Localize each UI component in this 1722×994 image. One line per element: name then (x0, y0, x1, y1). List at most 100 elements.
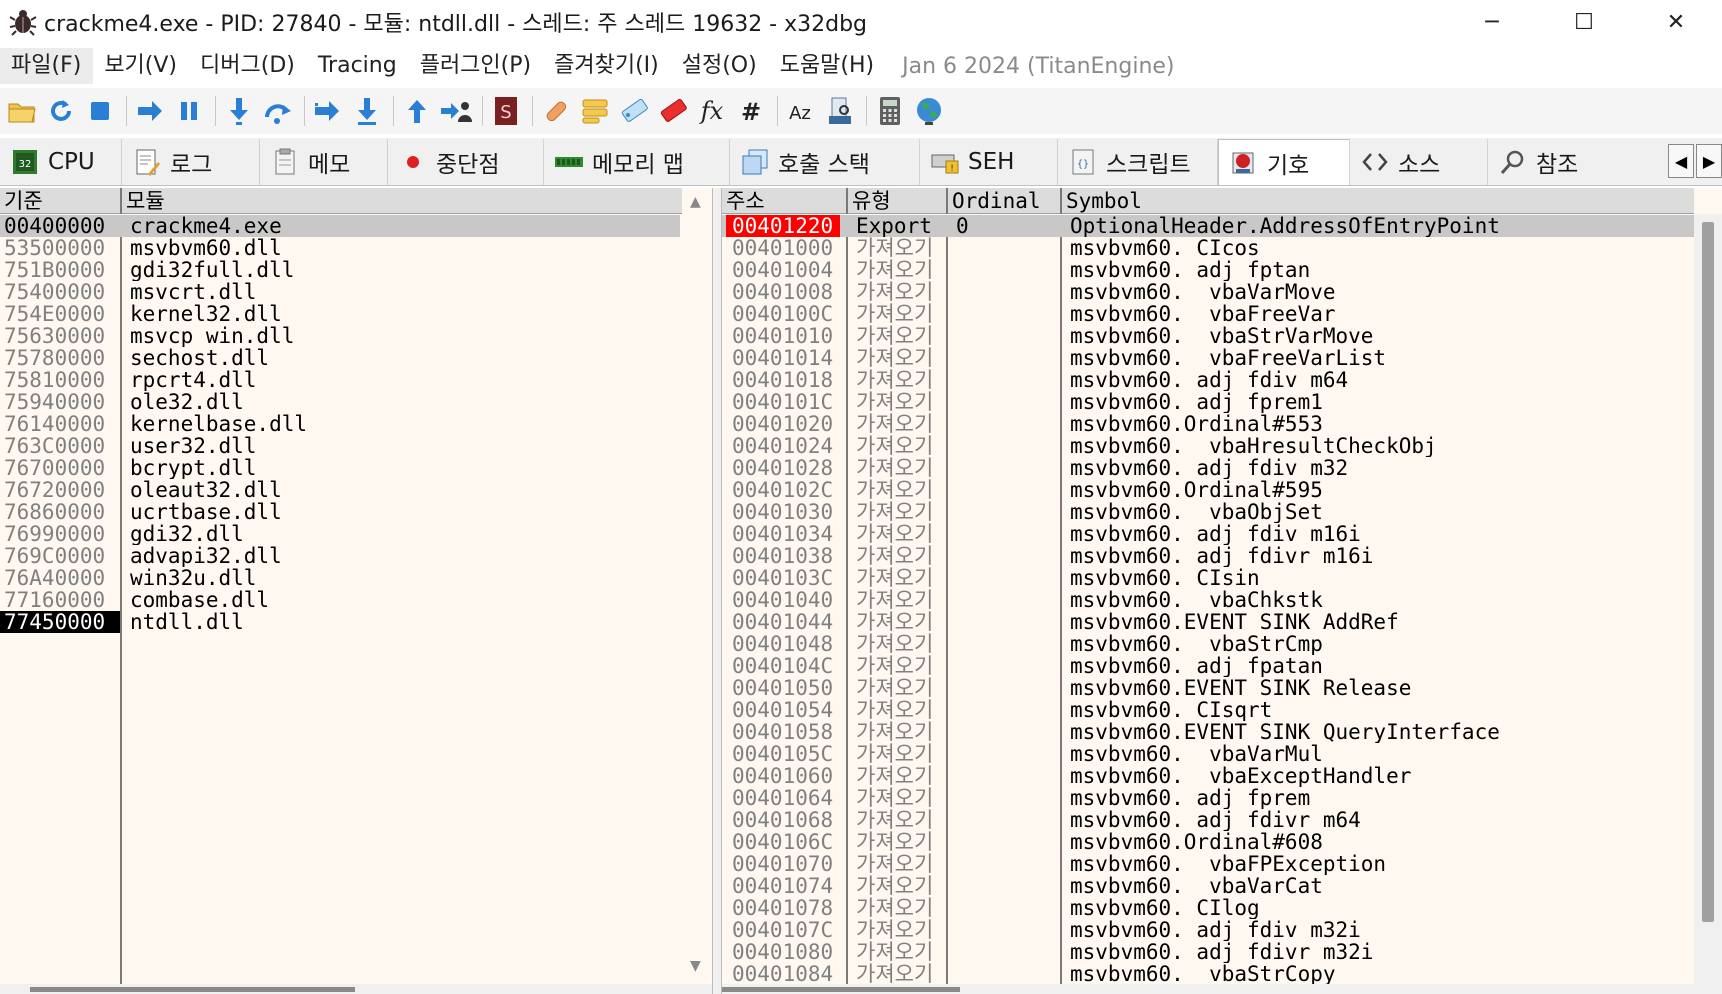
memory-search-icon[interactable] (822, 93, 858, 129)
symbol-row[interactable]: 00401084 가져오기 msvbvm60.__vbaStrCopy (722, 963, 1696, 985)
stop-icon[interactable] (82, 93, 118, 129)
module-row[interactable]: 754E0000 kernel32.dll (0, 303, 680, 325)
symbol-row[interactable]: 00401068 가져오기 msvbvm60._adj_fdivr_m64 (722, 809, 1696, 831)
module-row[interactable]: 76990000 gdi32.dll (0, 523, 680, 545)
module-row[interactable]: 751B0000 gdi32full.dll (0, 259, 680, 281)
scroll-up-icon[interactable]: ▲ (690, 194, 701, 210)
symbol-row[interactable]: 00401004 가져오기 msvbvm60._adj_fptan (722, 259, 1696, 281)
symbol-row[interactable]: 00401074 가져오기 msvbvm60.__vbaVarCat (722, 875, 1696, 897)
symbol-row[interactable]: 0040105C 가져오기 msvbvm60.__vbaVarMul (722, 743, 1696, 765)
maximize-button[interactable]: ☐ (1538, 0, 1630, 44)
bookmark-icon[interactable] (655, 93, 691, 129)
symbol-row[interactable]: 00401008 가져오기 msvbvm60.__vbaVarMove (722, 281, 1696, 303)
trace-over-icon[interactable] (349, 93, 385, 129)
tab-references[interactable]: 참조 (1488, 139, 1620, 185)
function-icon[interactable]: fx (694, 93, 730, 129)
symbol-row[interactable]: 00401078 가져오기 msvbvm60._CIlog (722, 897, 1696, 919)
modules-horizontal-scrollbar[interactable] (0, 984, 712, 994)
step-into-icon[interactable] (221, 93, 257, 129)
open-icon[interactable] (4, 93, 40, 129)
column-header-type[interactable]: 유형 (848, 188, 948, 214)
symbol-row[interactable]: 00401054 가져오기 msvbvm60._CIsqrt (722, 699, 1696, 721)
module-row[interactable]: 76720000 oleaut32.dll (0, 479, 680, 501)
run-icon[interactable] (132, 93, 168, 129)
column-header-symbol[interactable]: Symbol (1062, 188, 1694, 214)
calculator-icon[interactable] (872, 93, 908, 129)
scroll-down-icon[interactable]: ▼ (690, 958, 701, 974)
menu-help[interactable]: 도움말(H) (769, 48, 886, 84)
symbol-row[interactable]: 0040103C 가져오기 msvbvm60._CIsin (722, 567, 1696, 589)
symbol-row[interactable]: 0040106C 가져오기 msvbvm60.Ordinal#608 (722, 831, 1696, 853)
module-row[interactable]: 76700000 bcrypt.dll (0, 457, 680, 479)
symbol-row[interactable]: 00401048 가져오기 msvbvm60.__vbaStrCmp (722, 633, 1696, 655)
tab-notes[interactable]: 메모 (260, 139, 388, 185)
pause-icon[interactable] (171, 93, 207, 129)
symbol-row[interactable]: 00401220 Export 0 OptionalHeader.AddressOfE… (722, 215, 1696, 237)
module-row[interactable]: 75400000 msvcrt.dll (0, 281, 680, 303)
symbol-row[interactable]: 00401018 가져오기 msvbvm60._adj_fdiv_m64 (722, 369, 1696, 391)
module-row[interactable]: 76140000 kernelbase.dll (0, 413, 680, 435)
tab-log[interactable]: 로그 (122, 139, 260, 185)
symbol-row[interactable]: 0040100C 가져오기 msvbvm60.__vbaFreeVar (722, 303, 1696, 325)
module-row[interactable]: 00400000 crackme4.exe (0, 215, 680, 237)
menu-tracing[interactable]: Tracing (307, 48, 409, 84)
module-row[interactable]: 53500000 msvbvm60.dll (0, 237, 680, 259)
module-row[interactable]: 75940000 ole32.dll (0, 391, 680, 413)
symbol-row[interactable]: 0040107C 가져오기 msvbvm60._adj_fdiv_m32i (722, 919, 1696, 941)
scylla-icon[interactable]: S (488, 93, 524, 129)
symbol-row[interactable]: 00401000 가져오기 msvbvm60._CIcos (722, 237, 1696, 259)
module-row[interactable]: 763C0000 user32.dll (0, 435, 680, 457)
symbol-row[interactable]: 00401080 가져오기 msvbvm60._adj_fdivr_m32i (722, 941, 1696, 963)
tab-memory-map[interactable]: 메모리 맵 (544, 139, 730, 185)
symbol-row[interactable]: 00401024 가져오기 msvbvm60.__vbaHresultCheckOb… (722, 435, 1696, 457)
pane-splitter[interactable] (712, 188, 722, 994)
font-icon[interactable]: Az (783, 93, 819, 129)
label-icon[interactable] (616, 93, 652, 129)
column-header-address[interactable]: 주소 (722, 188, 848, 214)
close-button[interactable]: ✕ (1630, 0, 1722, 44)
symbol-row[interactable]: 0040104C 가져오기 msvbvm60._adj_fpatan (722, 655, 1696, 677)
tab-scroll-right-button[interactable]: ▶ (1696, 144, 1722, 178)
symbol-row[interactable]: 00401070 가져오기 msvbvm60.__vbaFPException (722, 853, 1696, 875)
column-header-ordinal[interactable]: Ordinal (948, 188, 1062, 214)
symbol-row[interactable]: 00401044 가져오기 msvbvm60.EVENT_SINK_AddRef (722, 611, 1696, 633)
tab-source[interactable]: 소스 (1350, 139, 1488, 185)
column-header-module[interactable]: 모듈 (122, 188, 682, 214)
symbol-row[interactable]: 00401060 가져오기 msvbvm60.__vbaExceptHandler (722, 765, 1696, 787)
tab-breakpoints[interactable]: 중단점 (388, 139, 544, 185)
module-row[interactable]: 76860000 ucrtbase.dll (0, 501, 680, 523)
minimize-button[interactable]: ─ (1446, 0, 1538, 44)
restart-icon[interactable] (43, 93, 79, 129)
globe-icon[interactable] (911, 93, 947, 129)
hash-icon[interactable]: # (733, 93, 769, 129)
execute-till-return-icon[interactable] (399, 93, 435, 129)
menu-favourites[interactable]: 즐겨찾기(I) (543, 48, 671, 84)
symbol-row[interactable]: 00401028 가져오기 msvbvm60._adj_fdiv_m32 (722, 457, 1696, 479)
symbol-row[interactable]: 00401030 가져오기 msvbvm60.__vbaObjSet (722, 501, 1696, 523)
menu-file[interactable]: 파일(F) (0, 48, 94, 84)
menu-options[interactable]: 설정(O) (671, 48, 769, 84)
symbol-row[interactable]: 00401034 가져오기 msvbvm60._adj_fdiv_m16i (722, 523, 1696, 545)
trace-into-icon[interactable] (310, 93, 346, 129)
module-row[interactable]: 75810000 rpcrt4.dll (0, 369, 680, 391)
comment-icon[interactable] (577, 93, 613, 129)
menu-plugins[interactable]: 플러그인(P) (409, 48, 543, 84)
module-row[interactable]: 76A40000 win32u.dll (0, 567, 680, 589)
symbols-vertical-scrollbar[interactable] (1694, 214, 1722, 984)
symbol-row[interactable]: 00401038 가져오기 msvbvm60._adj_fdivr_m16i (722, 545, 1696, 567)
module-row[interactable]: 77160000 combase.dll (0, 589, 680, 611)
symbol-row[interactable]: 00401040 가져오기 msvbvm60.__vbaChkstk (722, 589, 1696, 611)
module-row[interactable]: 77450000 ntdll.dll (0, 611, 680, 633)
modules-vertical-scrollbar[interactable]: ▲ ▼ (682, 188, 710, 978)
module-row[interactable]: 75630000 msvcp_win.dll (0, 325, 680, 347)
tab-script[interactable]: {} 스크립트 (1058, 139, 1218, 185)
module-row[interactable]: 769C0000 advapi32.dll (0, 545, 680, 567)
tab-scroll-left-button[interactable]: ◀ (1668, 144, 1694, 178)
symbol-row[interactable]: 00401058 가져오기 msvbvm60.EVENT_SINK_QueryInt… (722, 721, 1696, 743)
symbol-row[interactable]: 00401014 가져오기 msvbvm60.__vbaFreeVarList (722, 347, 1696, 369)
tab-call-stack[interactable]: 호출 스택 (730, 139, 920, 185)
tab-symbols[interactable]: 기호 (1218, 139, 1350, 185)
run-to-user-code-icon[interactable] (438, 93, 474, 129)
symbol-row[interactable]: 0040101C 가져오기 msvbvm60._adj_fprem1 (722, 391, 1696, 413)
menu-view[interactable]: 보기(V) (93, 48, 189, 84)
